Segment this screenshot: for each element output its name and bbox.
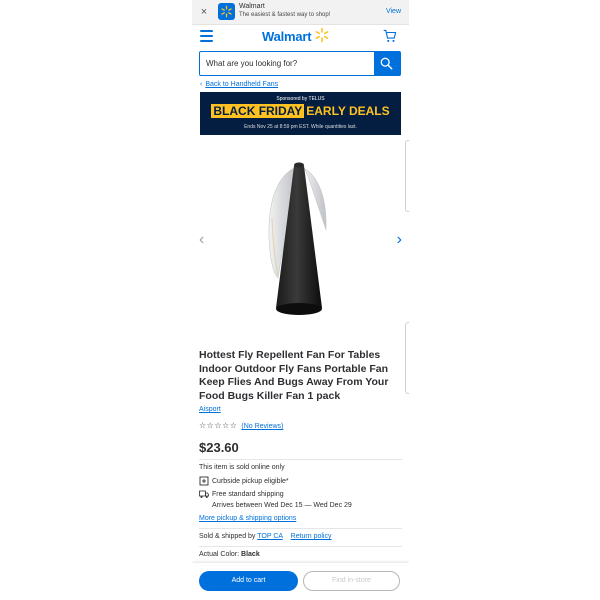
return-policy-link[interactable]: Return policy xyxy=(291,533,332,540)
view-app-link[interactable]: View xyxy=(386,8,401,15)
color-label: Actual Color: xyxy=(199,551,240,558)
rating-row: ☆☆☆☆☆ (No Reviews) xyxy=(199,421,283,430)
back-to-category-link[interactable]: ‹ Back to Handheld Fans xyxy=(200,81,278,88)
next-image-icon[interactable]: › xyxy=(397,232,402,248)
divider xyxy=(199,546,402,547)
product-image-gallery: ‹ › xyxy=(192,140,409,394)
shipping-row: Free standard shipping xyxy=(199,489,284,499)
app-install-banner: × Walmart The easiest & fastest way to s… xyxy=(192,0,409,25)
ad-black-friday: BLACK FRIDAY xyxy=(211,104,305,118)
curbside-label: Curbside pickup eligible* xyxy=(212,477,289,485)
ad-ends-note: Ends Nov 25 at 8:59 pm EST. While quanti… xyxy=(244,124,357,130)
spark-icon xyxy=(315,27,329,43)
ad-headline: BLACK FRIDAY EARLY DEALS xyxy=(200,104,401,118)
curbside-row: Curbside pickup eligible* xyxy=(199,476,289,486)
star-rating-icon: ☆☆☆☆☆ xyxy=(199,421,238,430)
thumbnail-strip-top[interactable] xyxy=(405,140,409,212)
sticky-action-bar: Add to cart Find in-store xyxy=(192,563,409,600)
online-only-note: This item is sold online only xyxy=(199,464,285,471)
shipping-label: Free standard shipping xyxy=(212,490,284,498)
divider xyxy=(199,459,402,460)
walmart-app-icon xyxy=(218,3,235,20)
product-price: $23.60 xyxy=(199,440,239,455)
sold-by-label: Sold & shipped by xyxy=(199,533,256,540)
app-name: Walmart xyxy=(239,3,265,10)
search-button[interactable] xyxy=(374,52,400,75)
seller-link[interactable]: TOP CA xyxy=(257,533,282,540)
walmart-logo[interactable]: Walmart xyxy=(262,27,329,44)
seller-row: Sold & shipped by TOP CA Return policy xyxy=(199,533,332,540)
find-in-store-button[interactable]: Find in-store xyxy=(303,571,400,591)
product-title: Hottest Fly Repellent Fan For Tables Ind… xyxy=(199,349,389,402)
hamburger-menu-icon[interactable] xyxy=(200,30,213,42)
back-link-label: Back to Handheld Fans xyxy=(205,81,279,88)
site-header: Walmart xyxy=(192,24,409,48)
more-options-link[interactable]: More pickup & shipping options xyxy=(199,515,296,522)
search-icon xyxy=(380,57,393,70)
phone-screen: × Walmart The easiest & fastest way to s… xyxy=(192,0,409,600)
close-icon[interactable]: × xyxy=(198,6,210,18)
cart-icon[interactable] xyxy=(383,29,397,43)
product-image[interactable] xyxy=(264,158,334,320)
add-to-cart-button[interactable]: Add to cart xyxy=(199,571,298,591)
color-row: Actual Color: Black xyxy=(199,551,260,558)
sponsored-ad-banner[interactable]: Sponsored by TELUS BLACK FRIDAY EARLY DEA… xyxy=(200,92,401,135)
ad-sponsor: Sponsored by TELUS xyxy=(276,96,325,102)
curbside-pickup-icon xyxy=(199,476,209,486)
truck-icon xyxy=(199,490,209,498)
divider xyxy=(199,528,402,529)
chevron-left-icon: ‹ xyxy=(200,81,203,88)
app-tagline: The easiest & fastest way to shop! xyxy=(239,12,331,18)
brand-link[interactable]: Aisport xyxy=(199,406,221,413)
search-input[interactable] xyxy=(200,52,374,75)
reviews-link[interactable]: (No Reviews) xyxy=(241,423,283,430)
search-bar xyxy=(199,51,401,76)
ad-early-deals: EARLY DEALS xyxy=(306,104,390,118)
color-value: Black xyxy=(241,551,260,558)
thumbnail-strip-bottom[interactable] xyxy=(405,322,409,394)
logo-text: Walmart xyxy=(262,29,312,44)
previous-image-icon[interactable]: ‹ xyxy=(199,232,204,248)
arrival-dates: Arrives between Wed Dec 15 — Wed Dec 29 xyxy=(212,502,352,509)
